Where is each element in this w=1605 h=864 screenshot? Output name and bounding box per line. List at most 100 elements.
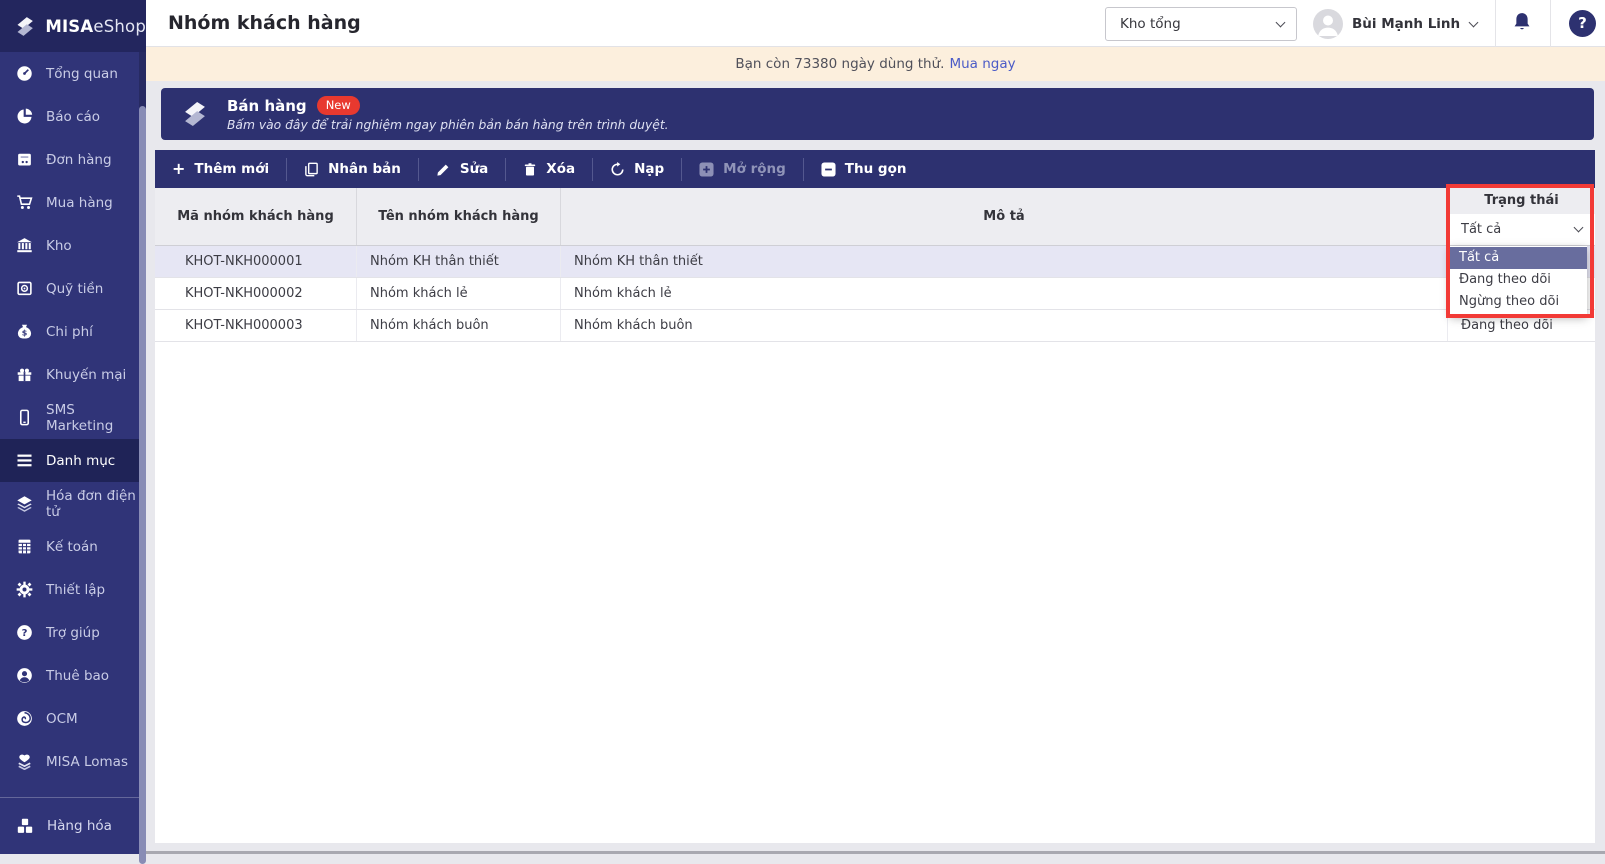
- delete-button[interactable]: Xóa: [506, 150, 592, 188]
- cell-code: KHOT-NKH000001: [155, 246, 357, 277]
- collapse-button[interactable]: Thu gọn: [804, 150, 924, 188]
- add-button[interactable]: + Thêm mới: [155, 150, 286, 188]
- sidebar-item-bao-cao[interactable]: Báo cáo: [0, 95, 146, 138]
- trial-banner: Bạn còn 73380 ngày dùng thử. Mua ngay: [146, 47, 1605, 81]
- table-header-row: Mã nhóm khách hàng Tên nhóm khách hàng M…: [155, 188, 1595, 246]
- cell-description: Nhóm khách buôn: [561, 310, 1448, 341]
- list-icon: [16, 452, 33, 469]
- trial-message: Bạn còn 73380 ngày dùng thử.: [735, 56, 945, 72]
- misa-logo-icon: [12, 13, 38, 40]
- store-selector-value: Kho tổng: [1120, 16, 1181, 32]
- sidebar-item-kho[interactable]: Kho: [0, 224, 146, 267]
- reload-button[interactable]: Nạp: [593, 150, 681, 188]
- sidebar-scrollbar-track[interactable]: [139, 52, 146, 864]
- cell-code: KHOT-NKH000003: [155, 310, 357, 341]
- table-row[interactable]: KHOT-NKH000003 Nhóm khách buôn Nhóm khác…: [155, 310, 1595, 342]
- bank-icon: [16, 237, 33, 254]
- sidebar-item-label: Hàng hóa: [47, 818, 112, 834]
- status-filter-dropdown: Tất cả Đang theo dõi Ngừng theo dõi: [1450, 246, 1587, 315]
- sidebar-item-don-hang[interactable]: Đơn hàng: [0, 138, 146, 181]
- sidebar-scrollbar-thumb[interactable]: [139, 106, 146, 864]
- cell-description: Nhóm khách lẻ: [561, 278, 1448, 309]
- main-area: Nhóm khách hàng Kho tổng Bùi Mạnh Linh ?…: [146, 0, 1605, 854]
- sidebar-item-label: Trợ giúp: [46, 624, 100, 641]
- status-filter-value: Tất cả: [1461, 221, 1502, 237]
- user-name-label: Bùi Mạnh Linh: [1352, 15, 1461, 32]
- sidebar-item-label: Khuyến mại: [46, 366, 127, 383]
- order-icon: [16, 151, 33, 168]
- status-column-label[interactable]: Trạng thái: [1448, 188, 1595, 214]
- column-header-description[interactable]: Mô tả: [561, 188, 1448, 245]
- chevron-down-icon: [1468, 17, 1479, 27]
- copy-icon: [304, 162, 319, 177]
- dropdown-option-all[interactable]: Tất cả: [1450, 247, 1587, 269]
- status-filter-select[interactable]: Tất cả: [1448, 213, 1595, 245]
- user-menu[interactable]: Bùi Mạnh Linh: [1352, 0, 1479, 47]
- add-button-label: Thêm mới: [194, 161, 270, 177]
- sidebar-item-label: Chi phí: [46, 323, 93, 340]
- reload-button-label: Nạp: [634, 161, 665, 177]
- sidebar-item-hang-hoa[interactable]: Hàng hóa: [0, 797, 146, 854]
- table-row[interactable]: KHOT-NKH000001 Nhóm KH thân thiết Nhóm K…: [155, 246, 1595, 278]
- brand-light: eShop: [93, 16, 146, 36]
- sidebar-item-hoa-don-dien-tu[interactable]: Hóa đơn điện tử: [0, 482, 146, 525]
- plus-square-icon: [699, 162, 714, 177]
- sidebar-nav: Tổng quan Báo cáo Đơn hàng Mua hàng Kho …: [0, 52, 146, 783]
- safe-icon: [16, 280, 33, 297]
- sidebar-item-label: Thuê bao: [46, 667, 110, 684]
- sidebar-item-label: Quỹ tiền: [46, 280, 104, 297]
- toolbar: + Thêm mới Nhân bản Sửa Xóa Nạp Mở rộng T…: [155, 150, 1595, 188]
- sidebar-item-thiet-lap[interactable]: Thiết lập: [0, 568, 146, 611]
- sidebar-item-ke-toan[interactable]: Kế toán: [0, 525, 146, 568]
- column-header-code[interactable]: Mã nhóm khách hàng: [155, 188, 357, 245]
- sidebar-item-label: Báo cáo: [46, 108, 101, 125]
- sidebar-item-label: OCM: [46, 710, 78, 727]
- cell-name: Nhóm KH thân thiết: [357, 246, 561, 277]
- goods-icon: [16, 817, 34, 835]
- money-bag-icon: [16, 323, 33, 340]
- sidebar-item-chi-phi[interactable]: Chi phí: [0, 310, 146, 353]
- minus-square-icon: [821, 162, 836, 177]
- sidebar-item-thue-bao[interactable]: Thuê bao: [0, 654, 146, 697]
- sidebar-item-tong-quan[interactable]: Tổng quan: [0, 52, 146, 95]
- sidebar-item-label: Hóa đơn điện tử: [46, 487, 136, 520]
- help-button[interactable]: ?: [1569, 10, 1596, 37]
- column-header-name[interactable]: Tên nhóm khách hàng: [357, 188, 561, 245]
- sidebar-item-label: Đơn hàng: [46, 151, 112, 168]
- sidebar-item-misa-lomas[interactable]: MISA Lomas: [0, 740, 146, 783]
- sidebar: MISAeShop Tổng quan Báo cáo Đơn hàng Mua…: [0, 0, 146, 864]
- sidebar-item-khuyen-mai[interactable]: Khuyến mại: [0, 353, 146, 396]
- dropdown-option-stopped[interactable]: Ngừng theo dõi: [1450, 291, 1587, 313]
- spiral-icon: [16, 710, 33, 727]
- duplicate-button[interactable]: Nhân bản: [287, 150, 418, 188]
- notifications-button[interactable]: [1510, 11, 1534, 37]
- expand-button-label: Mở rộng: [723, 161, 786, 177]
- sidebar-item-sms-marketing[interactable]: SMS Marketing: [0, 396, 146, 439]
- top-header: Nhóm khách hàng Kho tổng Bùi Mạnh Linh ?: [146, 0, 1605, 47]
- buy-now-link[interactable]: Mua ngay: [949, 56, 1015, 72]
- sidebar-item-mua-hang[interactable]: Mua hàng: [0, 181, 146, 224]
- calculator-icon: [16, 538, 33, 555]
- expand-button[interactable]: Mở rộng: [682, 150, 803, 188]
- table-row[interactable]: KHOT-NKH000002 Nhóm khách lẻ Nhóm khách …: [155, 278, 1595, 310]
- gauge-icon: [16, 65, 33, 82]
- sidebar-item-tro-giup[interactable]: Trợ giúp: [0, 611, 146, 654]
- sidebar-item-label: Kế toán: [46, 538, 98, 555]
- store-selector-dropdown[interactable]: Kho tổng: [1105, 7, 1297, 41]
- edit-button-label: Sửa: [459, 161, 489, 177]
- sidebar-item-ocm[interactable]: OCM: [0, 697, 146, 740]
- avatar[interactable]: [1313, 9, 1343, 39]
- edit-button[interactable]: Sửa: [419, 150, 505, 188]
- cell-name: Nhóm khách buôn: [357, 310, 561, 341]
- cell-name: Nhóm khách lẻ: [357, 278, 561, 309]
- sidebar-item-danh-muc[interactable]: Danh mục: [0, 439, 146, 482]
- dropdown-option-following[interactable]: Đang theo dõi: [1450, 269, 1587, 291]
- promo-banner[interactable]: Bán hàng New Bấm vào đây để trải nghiệm …: [161, 88, 1594, 140]
- sidebar-item-quy-tien[interactable]: Quỹ tiền: [0, 267, 146, 310]
- app-logo[interactable]: MISAeShop: [0, 0, 146, 52]
- layers-icon: [16, 495, 33, 512]
- chevron-down-icon: [1275, 17, 1286, 28]
- question-mark-icon: ?: [1578, 14, 1587, 32]
- header-divider: [1495, 0, 1496, 47]
- pie-chart-icon: [16, 108, 33, 125]
